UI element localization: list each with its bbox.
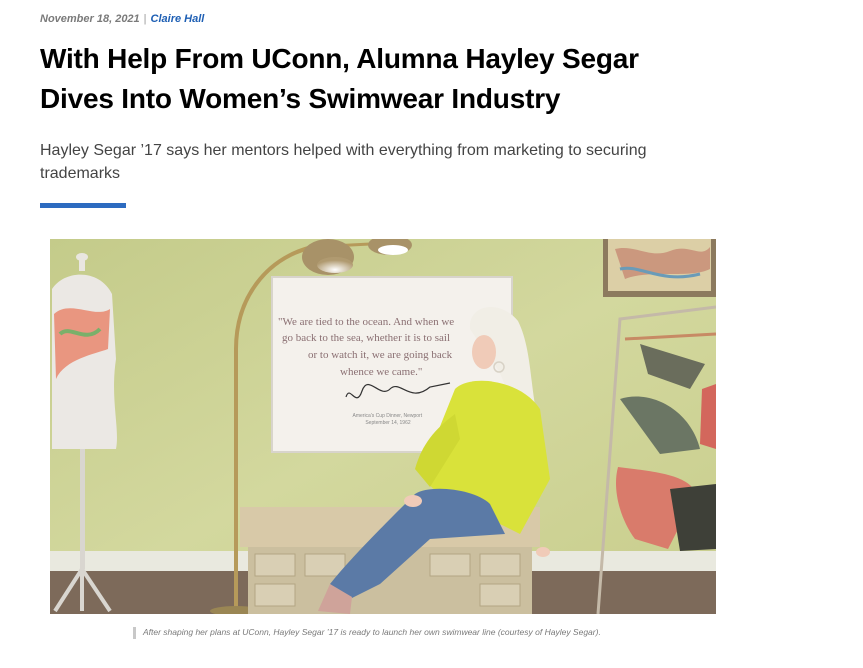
accent-rule bbox=[40, 203, 126, 208]
article-subtitle: Hayley Segar ’17 says her mentors helped… bbox=[40, 142, 647, 182]
publish-date: November 18, 2021 bbox=[40, 13, 140, 25]
quote-line-4: whence we came." bbox=[340, 366, 422, 378]
quote-attribution-2: September 14, 1962 bbox=[365, 420, 411, 426]
author-link[interactable]: Claire Hall bbox=[151, 13, 205, 25]
meta-separator: | bbox=[143, 13, 147, 25]
quote-line-2: go back to the sea, whether it is to sai… bbox=[282, 332, 450, 344]
quote-line-1: "We are tied to the ocean. And when we bbox=[278, 316, 454, 328]
quote-attribution-1: America's Cup Dinner, Newport bbox=[353, 413, 423, 419]
photo-illustration: "We are tied to the ocean. And when we g… bbox=[50, 239, 716, 614]
article-meta: November 18, 2021 | Claire Hall bbox=[40, 13, 204, 25]
photo-caption: After shaping her plans at UConn, Hayley… bbox=[133, 627, 613, 639]
article-title: With Help From UConn, Alumna Hayley Sega… bbox=[40, 43, 639, 114]
article-photo[interactable]: "We are tied to the ocean. And when we g… bbox=[50, 239, 716, 614]
quote-line-3: or to watch it, we are going back bbox=[308, 349, 453, 361]
